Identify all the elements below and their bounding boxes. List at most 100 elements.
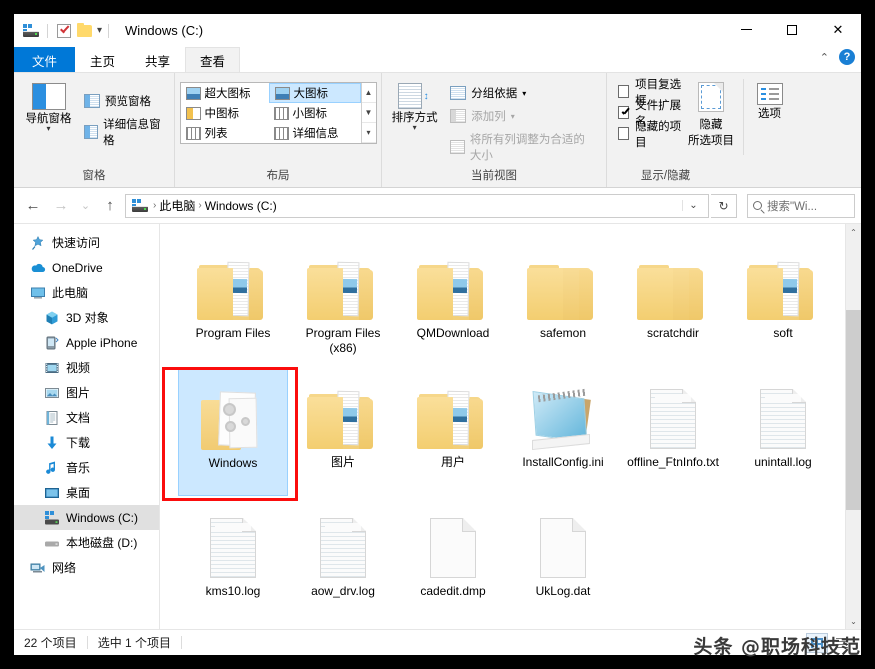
file-item-windows[interactable]: Windows <box>178 367 288 496</box>
close-button[interactable]: ✕ <box>815 14 861 45</box>
group-by-icon <box>450 86 467 100</box>
hidden-items-option[interactable]: 隐藏的项目 <box>618 121 683 149</box>
file-item-unintall-log[interactable]: unintall.log <box>728 367 838 496</box>
scroll-up-icon[interactable]: ⌃ <box>846 224 861 240</box>
checkbox-icon[interactable] <box>618 85 630 98</box>
preview-pane-button[interactable]: 预览窗格 <box>80 91 167 111</box>
view-small-icons[interactable]: 小图标 <box>269 103 361 123</box>
view-large-icons[interactable]: 大图标 <box>268 83 361 103</box>
breadcrumb-this-pc[interactable]: 此电脑 <box>159 197 195 214</box>
chevron-down-icon[interactable]: ▾ <box>413 124 417 132</box>
text-file-icon <box>320 502 366 578</box>
divider <box>86 636 88 649</box>
chevron-down-icon[interactable]: ▾ <box>97 25 102 36</box>
hide-selected-items-button[interactable]: 隐藏 所选项目 <box>685 79 737 148</box>
sidebar-item-downloads[interactable]: 下载 <box>14 430 159 455</box>
file-item-program-files-x86[interactable]: Program Files (x86) <box>288 238 398 367</box>
view-list[interactable]: 列表 <box>181 123 269 143</box>
sidebar-item-label: 快速访问 <box>52 236 101 250</box>
minimize-button[interactable] <box>723 14 769 45</box>
chevron-down-icon[interactable]: ▾ <box>47 125 51 133</box>
navigation-pane-button[interactable]: 导航窗格 ▾ <box>21 79 76 133</box>
chevron-down-icon[interactable]: ⌄ <box>682 200 704 211</box>
properties-checklist-icon[interactable] <box>54 21 74 41</box>
vertical-scrollbar[interactable]: ⌃ ⌄ <box>845 224 861 629</box>
tab-home[interactable]: 主页 <box>75 47 130 72</box>
checkbox-checked-icon[interactable] <box>618 106 630 119</box>
sidebar-item-quick-access[interactable]: 快速访问 <box>14 230 159 255</box>
search-input[interactable]: 搜索"Wi... <box>747 193 855 218</box>
add-columns-label: 添加列 <box>471 111 506 123</box>
file-item-installconfig-ini[interactable]: InstallConfig.ini <box>508 367 618 496</box>
file-name: QMDownload <box>416 326 490 340</box>
gallery-scroll-up-icon[interactable]: ▲ <box>361 83 376 103</box>
file-item-cadedit-dmp[interactable]: cadedit.dmp <box>398 496 508 625</box>
breadcrumb-separator: › <box>198 200 202 211</box>
tab-share[interactable]: 共享 <box>130 47 185 72</box>
sidebar-item-3d-objects[interactable]: 3D 对象 <box>14 305 159 330</box>
ribbon-tabs: 文件 主页 共享 查看 ⌃ ? <box>14 47 861 72</box>
refresh-button[interactable]: ↻ <box>711 193 737 218</box>
sidebar-item-onedrive[interactable]: OneDrive <box>14 255 159 280</box>
tab-view[interactable]: 查看 <box>185 47 241 72</box>
gallery-expand-icon[interactable]: ▾ <box>361 123 376 143</box>
recent-locations-button[interactable]: ⌄ <box>76 193 95 219</box>
sidebar-item-apple-iphone[interactable]: Apple iPhone <box>14 330 159 355</box>
scroll-down-icon[interactable]: ⌄ <box>846 613 861 629</box>
file-item-qmdownload[interactable]: QMDownload <box>398 238 508 367</box>
checkbox-icon[interactable] <box>618 127 630 140</box>
file-explorer-window: ▾ Windows (C:) ✕ 文件 主页 共享 查看 ⌃ ? 导航窗格 ▾ … <box>14 14 861 655</box>
file-item-uklog-dat[interactable]: UkLog.dat <box>508 496 618 625</box>
gallery-scrollbar[interactable]: ▲ ▼ ▾ <box>360 83 376 143</box>
help-icon[interactable]: ? <box>839 49 855 65</box>
view-extra-large-icons[interactable]: 超大图标 <box>181 83 269 103</box>
sidebar-item-network[interactable]: 网络 <box>14 555 159 580</box>
group-by-button[interactable]: 分组依据 ▾ <box>446 83 599 103</box>
scrollbar-track[interactable] <box>846 240 861 613</box>
maximize-button[interactable] <box>769 14 815 45</box>
chevron-down-icon[interactable]: ▾ <box>522 89 526 98</box>
file-item-scratchdir[interactable]: scratchdir <box>618 238 728 367</box>
breadcrumb[interactable]: › 此电脑 › Windows (C:) ⌄ <box>125 193 709 218</box>
large-icons-icon <box>274 86 290 100</box>
view-details[interactable]: 详细信息 <box>269 123 361 143</box>
file-name: soft <box>773 326 793 340</box>
file-name: Program Files <box>195 326 271 340</box>
sidebar-item-videos[interactable]: 视频 <box>14 355 159 380</box>
sidebar-item-documents[interactable]: 文档 <box>14 405 159 430</box>
sidebar-item-pictures[interactable]: 图片 <box>14 380 159 405</box>
forward-button[interactable]: → <box>48 193 74 219</box>
sidebar-item-windows-c[interactable]: Windows (C:) <box>14 505 159 530</box>
file-item-users-folder[interactable]: 用户 <box>398 367 508 496</box>
file-item-aow-drv-log[interactable]: aow_drv.log <box>288 496 398 625</box>
sidebar-item-this-pc[interactable]: 此电脑 <box>14 280 159 305</box>
sort-by-button[interactable]: ↕ 排序方式 ▾ <box>389 79 440 132</box>
sidebar-item-local-disk-d[interactable]: 本地磁盘 (D:) <box>14 530 159 555</box>
drive-icon[interactable] <box>21 21 41 41</box>
file-item-kms10-log[interactable]: kms10.log <box>178 496 288 625</box>
sidebar-item-desktop[interactable]: 桌面 <box>14 480 159 505</box>
file-item-program-files[interactable]: Program Files <box>178 238 288 367</box>
gallery-scroll-down-icon[interactable]: ▼ <box>361 103 376 123</box>
file-item-safemon[interactable]: safemon <box>508 238 618 367</box>
file-item-pictures-folder[interactable]: 图片 <box>288 367 398 496</box>
window-controls: ✕ <box>723 14 861 45</box>
file-item-soft[interactable]: soft <box>728 238 838 367</box>
new-folder-icon[interactable] <box>74 21 94 41</box>
file-list-pane[interactable]: Program Files Program Files (x86) QMDown… <box>160 224 861 629</box>
file-row: kms10.log aow_drv.log cadedit.dmp UkLog.… <box>178 496 861 625</box>
details-pane-button[interactable]: 详细信息窗格 <box>80 114 167 150</box>
file-name: InstallConfig.ini <box>522 455 604 469</box>
tab-file[interactable]: 文件 <box>14 47 76 72</box>
breadcrumb-windows-c[interactable]: Windows (C:) <box>205 199 277 213</box>
sidebar-item-music[interactable]: 音乐 <box>14 455 159 480</box>
scrollbar-thumb[interactable] <box>846 310 861 510</box>
file-name: aow_drv.log <box>311 584 375 598</box>
file-item-offline-ftninfo-txt[interactable]: offline_FtnInfo.txt <box>618 367 728 496</box>
selection-count: 选中 1 个项目 <box>97 636 172 650</box>
view-medium-icons[interactable]: 中图标 <box>181 103 269 123</box>
collapse-ribbon-icon[interactable]: ⌃ <box>820 51 829 64</box>
back-button[interactable]: ← <box>20 193 46 219</box>
up-button[interactable]: ↑ <box>97 193 123 219</box>
options-button[interactable]: 选项 <box>750 79 789 121</box>
